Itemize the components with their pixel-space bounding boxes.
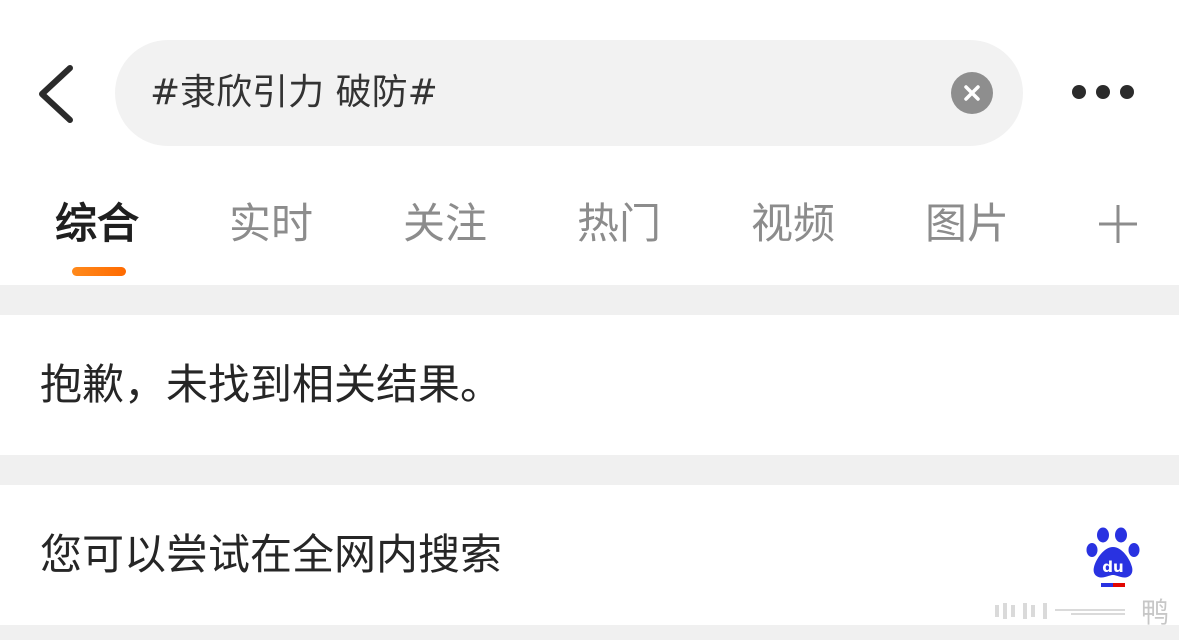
more-options-button[interactable]: [1060, 72, 1148, 116]
add-tab-button[interactable]: [1096, 202, 1140, 246]
clear-icon: [964, 85, 980, 101]
no-results-message: 抱歉，未找到相关结果。: [40, 360, 503, 409]
section-divider: [0, 455, 1179, 485]
baidu-logo-icon: du: [1086, 527, 1140, 587]
tab-video[interactable]: 视频: [751, 194, 835, 254]
chevron-left-icon: [39, 65, 73, 123]
clear-search-button[interactable]: [951, 72, 993, 114]
web-search-prompt: 您可以尝试在全网内搜索: [40, 530, 503, 579]
more-dot: [1096, 85, 1110, 99]
section-divider: [0, 285, 1179, 315]
search-header: #隶欣引力 破防#: [0, 0, 1179, 180]
tab-images[interactable]: 图片: [925, 194, 1009, 254]
svg-text:du: du: [1102, 558, 1123, 576]
more-horizontal-icon: [1072, 85, 1086, 99]
baidu-search-button[interactable]: du: [1086, 525, 1140, 589]
tab-comprehensive[interactable]: 综合: [55, 194, 139, 254]
watermark-text: 鸭: [1140, 596, 1169, 629]
active-tab-indicator: [72, 267, 126, 276]
back-button[interactable]: [28, 58, 84, 130]
watermark: 鸭: [994, 593, 1169, 629]
more-dot: [1120, 85, 1134, 99]
search-input[interactable]: #隶欣引力 破防#: [115, 40, 1023, 146]
tab-following[interactable]: 关注: [403, 194, 487, 254]
search-tabs: 综合 实时 关注 热门 视频 图片: [0, 180, 1179, 285]
no-results-section: 抱歉，未找到相关结果。: [0, 315, 1179, 455]
tab-realtime[interactable]: 实时: [229, 194, 313, 254]
plus-icon: [1099, 205, 1137, 243]
watermark-bars-icon: [994, 603, 1125, 619]
search-query-text: #隶欣引力 破防#: [150, 72, 438, 113]
tab-hot[interactable]: 热门: [577, 194, 661, 254]
